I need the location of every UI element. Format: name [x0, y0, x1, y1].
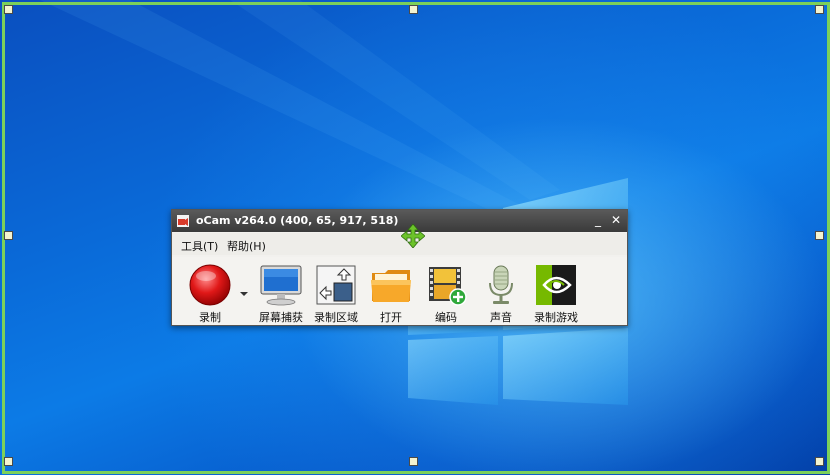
game-icon	[536, 265, 576, 305]
game-record-button[interactable]: 录制游戏	[528, 263, 584, 324]
resize-handle-top[interactable]	[409, 5, 418, 14]
toolbar: 录制 屏幕捕获 录制区域 打开 编码 声音 录制游戏	[172, 257, 627, 325]
close-button[interactable]: ✕	[609, 213, 623, 227]
game-record-label: 录制游戏	[534, 311, 578, 324]
encoding-button[interactable]: 编码	[418, 263, 474, 324]
sound-button[interactable]: 声音	[473, 263, 529, 324]
open-button[interactable]: 打开	[363, 263, 419, 324]
folder-icon	[371, 270, 411, 302]
record-label: 录制	[199, 311, 221, 324]
menu-tools[interactable]: 工具(T)	[181, 238, 218, 254]
record-icon	[189, 264, 231, 306]
minimize-button[interactable]: _	[591, 213, 605, 227]
microphone-icon	[489, 265, 513, 304]
resize-handle-bottom-left[interactable]	[4, 457, 13, 466]
title-bar[interactable]: oCam v264.0 (400, 65, 917, 518) _ ✕	[172, 210, 627, 232]
menu-help[interactable]: 帮助(H)	[227, 238, 266, 254]
film-add-icon	[429, 267, 467, 306]
resize-handle-bottom[interactable]	[409, 457, 418, 466]
move-arrows-icon[interactable]	[401, 224, 425, 248]
monitor-icon	[260, 265, 302, 306]
record-region-button[interactable]: 录制区域	[308, 263, 364, 324]
resize-handle-left[interactable]	[4, 231, 13, 240]
record-button[interactable]: 录制	[182, 263, 238, 324]
screen-capture-button[interactable]: 屏幕捕获	[253, 263, 309, 324]
resize-handle-right[interactable]	[815, 231, 824, 240]
ocam-app-icon	[177, 215, 189, 227]
menu-bar: 工具(T) 帮助(H)	[172, 233, 627, 255]
region-icon	[316, 265, 356, 305]
resize-handle-top-left[interactable]	[4, 5, 13, 14]
ocam-window: oCam v264.0 (400, 65, 917, 518) _ ✕ 工具(T…	[171, 209, 628, 326]
window-title: oCam v264.0 (400, 65, 917, 518)	[196, 214, 399, 227]
chevron-down-icon[interactable]	[240, 291, 248, 297]
resize-handle-bottom-right[interactable]	[815, 457, 824, 466]
resize-handle-top-right[interactable]	[815, 5, 824, 14]
